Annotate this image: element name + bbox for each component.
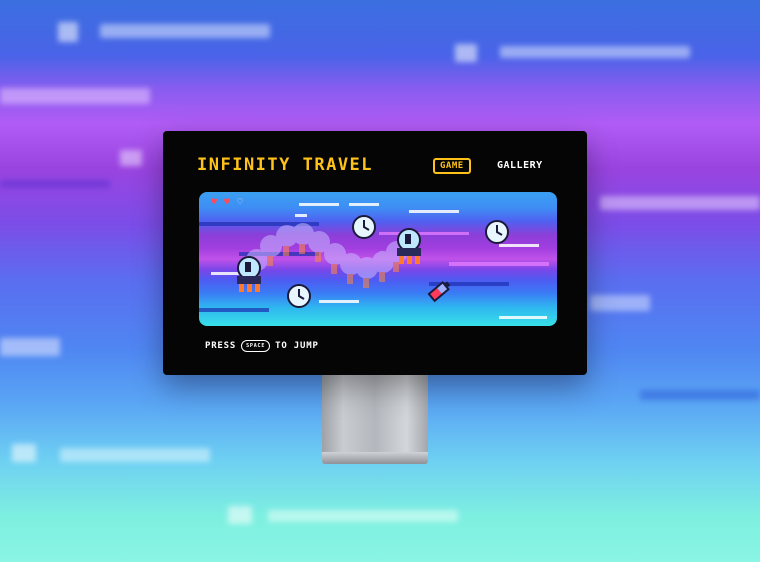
ufo-ship-icon bbox=[237, 256, 261, 292]
monitor-stand-foot bbox=[322, 452, 428, 464]
clock-icon bbox=[485, 220, 509, 244]
monitor-screen: INFINITY TRAVEL GAME GALLERY ♥ ♥ ♡ PRESS… bbox=[163, 131, 587, 375]
jump-instruction: PRESS SPACE TO JUMP bbox=[205, 340, 319, 352]
space-key-badge: SPACE bbox=[241, 340, 271, 352]
clock-icon bbox=[352, 215, 376, 239]
clock-icon bbox=[287, 284, 311, 308]
monitor-stand bbox=[322, 375, 428, 455]
press-label: PRESS bbox=[205, 341, 237, 351]
ship-trail bbox=[246, 223, 408, 279]
game-sprites bbox=[237, 215, 509, 308]
action-label: TO JUMP bbox=[275, 341, 319, 351]
page-title: INFINITY TRAVEL bbox=[197, 155, 374, 175]
game-canvas[interactable]: ♥ ♥ ♡ bbox=[199, 192, 557, 326]
nav-game-tab[interactable]: GAME bbox=[433, 158, 471, 174]
battery-icon bbox=[427, 280, 451, 303]
ufo-ship-icon bbox=[397, 228, 421, 264]
nav-gallery-link[interactable]: GALLERY bbox=[497, 160, 543, 171]
